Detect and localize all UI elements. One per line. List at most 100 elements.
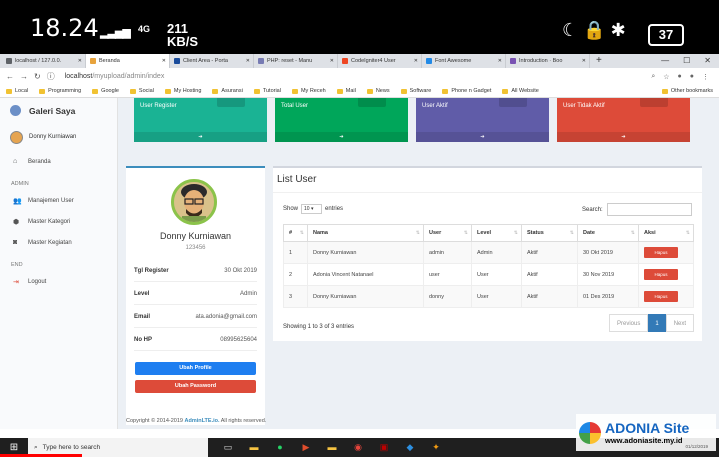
pagination: Previous 1 Next (609, 314, 695, 332)
pagination-previous[interactable]: Previous (609, 314, 649, 332)
bookmark-all-website[interactable]: All Website (502, 88, 539, 94)
stat-box-user-tidak-aktif[interactable]: User Tidak Aktif ➔ (557, 98, 690, 142)
arrow-icon: ➔ (416, 132, 549, 142)
tab-codeigniter[interactable]: CodeIgniter4 User ✕ (338, 54, 422, 68)
admin-app: Galeri Saya Donny Kurniawan ⌂ Beranda ADM… (0, 98, 719, 429)
tab-font-awesome[interactable]: Font Awesome ✕ (422, 54, 506, 68)
bookmark-news[interactable]: News (366, 88, 390, 94)
brand[interactable]: Galeri Saya (0, 98, 117, 123)
delete-button[interactable]: Hapus (644, 291, 678, 302)
bookmark-phone-gadget[interactable]: Phone n Gadget (442, 88, 491, 94)
tab-localhost[interactable]: localhost / 127.0.0. ✕ (2, 54, 86, 68)
column-header-status[interactable]: Status ⇅ (521, 224, 578, 242)
column-header-date[interactable]: Date ⇅ (577, 224, 639, 242)
whatsapp-icon[interactable]: ● (274, 442, 286, 453)
sidebar-item-beranda[interactable]: ⌂ Beranda (0, 151, 117, 172)
lock-icon: 🔒 (583, 20, 606, 40)
close-window-icon[interactable]: ✕ (704, 54, 711, 68)
windows-start-icon[interactable]: ⊞ (0, 442, 28, 453)
close-icon[interactable]: ✕ (582, 58, 586, 64)
bookmark-other[interactable]: Other bookmarks (661, 88, 713, 94)
maximize-icon[interactable]: ☐ (683, 54, 690, 68)
page-length-select[interactable]: 10 ▾ (301, 204, 323, 214)
column-header-level[interactable]: Level ⇅ (471, 224, 522, 242)
tab-beranda[interactable]: Beranda ✕ (86, 54, 170, 68)
window-controls: — ☐ ✕ (661, 54, 719, 68)
close-icon[interactable]: ✕ (162, 58, 166, 64)
change-password-button[interactable]: Ubah Password (135, 380, 256, 393)
menu-icon[interactable]: ⋮ (702, 73, 709, 81)
sidebar-item-master-kegiatan[interactable]: ◙ Master Kegiatan (0, 232, 117, 253)
sort-icon: ⇅ (569, 230, 574, 236)
table-search: Search: (582, 203, 692, 216)
tags-icon: ⬢ (13, 218, 20, 226)
new-tab-button[interactable]: + (590, 54, 608, 68)
zoom-icon[interactable]: ⌕ (651, 73, 655, 81)
folder-icon (661, 88, 668, 94)
bookmark-local[interactable]: Local (6, 88, 28, 94)
sort-icon: ⇅ (299, 230, 304, 236)
column-header-nama[interactable]: Nama ⇅ (307, 224, 424, 242)
folder-icon[interactable]: ▬ (326, 442, 338, 453)
filezilla-icon[interactable]: ▣ (378, 442, 390, 453)
network-speed: 211 KB/S (167, 21, 199, 49)
pagination-next[interactable]: Next (665, 314, 695, 332)
stat-box-user-register[interactable]: User Register ➔ (134, 98, 267, 142)
sidebar-item-logout[interactable]: ⇥ Logout (0, 271, 117, 292)
search-input[interactable] (606, 203, 692, 216)
bookmarks-bar: Local Programming Google Social My Hosti… (0, 85, 719, 98)
reload-icon[interactable]: ↻ (34, 72, 41, 81)
close-icon[interactable]: ✕ (330, 58, 334, 64)
task-view-icon[interactable]: ▭ (222, 442, 234, 453)
footer-link[interactable]: AdminLTE.io. (184, 418, 219, 424)
column-header-user[interactable]: User ⇅ (423, 224, 472, 242)
sort-icon: ⇅ (513, 230, 518, 236)
profile-row-phone: No HP 08995625604 (134, 329, 257, 351)
delete-button[interactable]: Hapus (644, 269, 678, 280)
bookmark-asuransi[interactable]: Asuransi (212, 88, 243, 94)
close-icon[interactable]: ✕ (414, 58, 418, 64)
explorer-icon[interactable]: ▬ (248, 442, 260, 453)
close-icon[interactable]: ✕ (246, 58, 250, 64)
close-icon[interactable]: ✕ (498, 58, 502, 64)
back-icon[interactable]: ← (6, 72, 14, 81)
profile-icon[interactable]: ● (690, 73, 694, 81)
vscode-icon[interactable]: ◆ (404, 442, 416, 453)
tab-client-area[interactable]: Client Area - Porta ✕ (170, 54, 254, 68)
sort-icon: ⇅ (685, 230, 690, 236)
delete-button[interactable]: Hapus (644, 247, 678, 258)
sidebar-item-master-kategori[interactable]: ⬢ Master Kategori (0, 211, 117, 232)
users-icon: 👥 (13, 197, 22, 205)
column-header-aksi[interactable]: Aksi ⇅ (638, 224, 694, 242)
stat-box-user-aktif[interactable]: User Aktif ➔ (416, 98, 549, 142)
bookmark-my-hosting[interactable]: My Hosting (164, 88, 201, 94)
minimize-icon[interactable]: — (661, 54, 669, 68)
bookmark-tutorial[interactable]: Tutorial (253, 88, 281, 94)
taskbar-date: 01/12/2019 (685, 444, 708, 449)
tab-php-reset[interactable]: PHP: reset - Manu ✕ (254, 54, 338, 68)
extension-icon[interactable]: ● (678, 73, 682, 81)
bookmark-software[interactable]: Software (400, 88, 431, 94)
stat-box-total-user[interactable]: Total User ➔ (275, 98, 408, 142)
chrome-icon[interactable]: ◉ (352, 442, 364, 453)
url-field[interactable]: localhost/myupload/admin/index (65, 73, 165, 80)
info-icon[interactable]: ⓘ (47, 71, 55, 82)
bookmark-my-receh[interactable]: My Receh (291, 88, 326, 94)
bookmark-programming[interactable]: Programming (39, 88, 81, 94)
sidebar-item-manajemen-user[interactable]: 👥 Manajemen User (0, 190, 117, 211)
edit-profile-button[interactable]: Ubah Profile (135, 362, 256, 375)
column-header-no[interactable]: # ⇅ (283, 224, 308, 242)
forward-icon[interactable]: → (20, 72, 28, 81)
bookmark-mail[interactable]: Mail (336, 88, 356, 94)
pagination-page-1[interactable]: 1 (648, 314, 666, 332)
tab-bootstrap[interactable]: Introduction · Boo ✕ (506, 54, 590, 68)
app-icon[interactable]: ✦ (430, 442, 442, 453)
folder-icon (291, 88, 298, 94)
bookmark-social[interactable]: Social (129, 88, 154, 94)
star-icon[interactable]: ☆ (663, 73, 669, 81)
tab-favicon-icon (90, 58, 96, 64)
media-player-icon[interactable]: ▶ (300, 442, 312, 453)
close-icon[interactable]: ✕ (78, 58, 82, 64)
bookmark-google[interactable]: Google (92, 88, 119, 94)
folder-icon (6, 88, 12, 94)
